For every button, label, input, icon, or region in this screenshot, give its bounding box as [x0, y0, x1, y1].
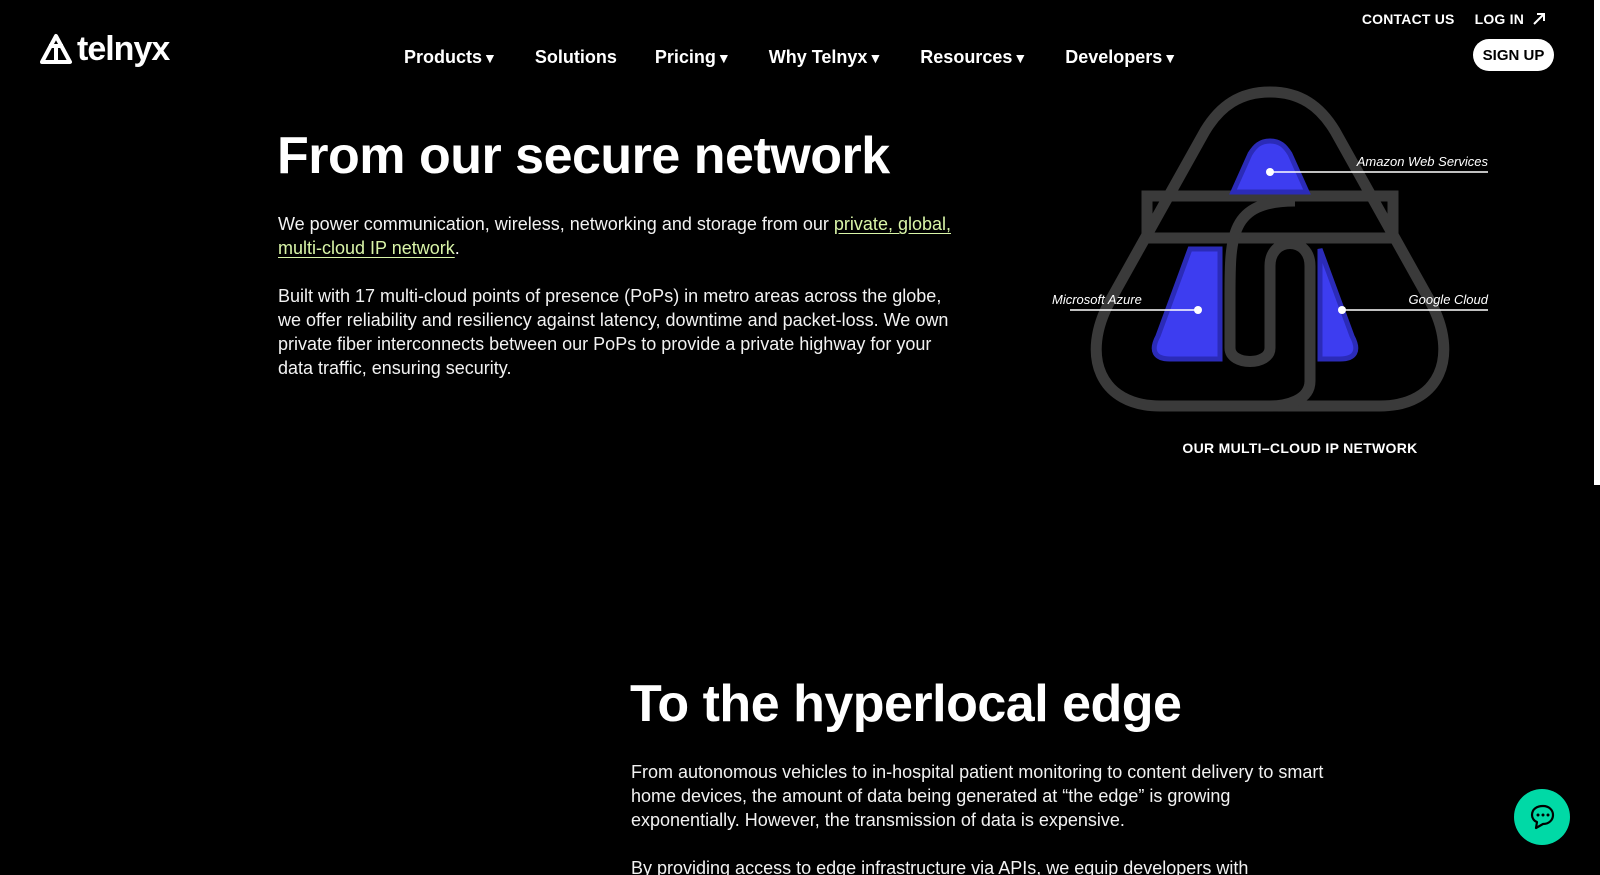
- scrollbar[interactable]: [1594, 0, 1600, 485]
- nav-label: Why Telnyx: [768, 47, 868, 67]
- nav-label: Developers: [1065, 47, 1163, 67]
- diagram-label-aws: Amazon Web Services: [1356, 154, 1488, 169]
- nav-pricing[interactable]: Pricing ▼: [655, 47, 731, 68]
- diagram-label-azure: Microsoft Azure: [1052, 292, 1142, 307]
- section-intro: We power communication, wireless, networ…: [278, 212, 958, 260]
- section-title: To the hyperlocal edge: [630, 675, 1182, 733]
- main-nav: Products ▼ Solutions Pricing ▼ Why Telnyx ▼…: [404, 47, 1215, 68]
- nav-resources[interactable]: Resources ▼: [920, 47, 1027, 68]
- intro-suffix: .: [454, 238, 460, 258]
- chat-button[interactable]: [1514, 789, 1570, 845]
- diagram-label-gcp: Google Cloud: [1408, 292, 1489, 307]
- nav-label: Pricing: [654, 47, 716, 67]
- telnyx-logo[interactable]: telnyx: [39, 30, 170, 68]
- nav-why-telnyx[interactable]: Why Telnyx ▼: [769, 47, 883, 68]
- chevron-down-icon: ▼: [1163, 49, 1178, 66]
- chevron-down-icon: ▼: [868, 49, 883, 66]
- chat-icon: [1530, 804, 1555, 830]
- nav-products[interactable]: Products ▼: [404, 47, 497, 68]
- chevron-down-icon: ▼: [483, 49, 497, 66]
- nav-label: Products: [404, 47, 483, 67]
- nav-label: Resources: [920, 47, 1013, 67]
- network-diagram-graphic: [1052, 86, 1488, 412]
- telnyx-logo-icon: [40, 34, 72, 64]
- section-body: By providing access to edge infrastructu…: [631, 858, 1249, 875]
- diagram-caption: OUR MULTI–CLOUD IP NETWORK: [1182, 440, 1418, 456]
- section-title: From our secure network: [277, 127, 890, 185]
- nav-developers[interactable]: Developers ▼: [1065, 47, 1177, 68]
- log-in-label: LOG IN: [1474, 11, 1524, 27]
- nav-label: Solutions: [534, 47, 617, 67]
- arrow-up-right-icon: [1533, 13, 1545, 25]
- section-body: Built with 17 multi-cloud points of pres…: [278, 286, 949, 378]
- contact-us-link[interactable]: CONTACT US: [1362, 11, 1455, 27]
- nav-solutions[interactable]: Solutions: [535, 47, 617, 68]
- intro-text: We power communication, wireless, networ…: [278, 214, 834, 234]
- brand-name: telnyx: [77, 30, 170, 68]
- log-in-link[interactable]: LOG IN: [1475, 11, 1546, 27]
- network-diagram: Amazon Web Services Microsoft Azure Goog…: [1052, 86, 1530, 466]
- sign-up-button[interactable]: SIGN UP: [1473, 39, 1554, 71]
- utility-bar: CONTACT US LOG IN: [1362, 11, 1546, 27]
- chevron-down-icon: ▼: [716, 49, 731, 66]
- section-body: From autonomous vehicles to in-hospital …: [631, 762, 1324, 830]
- chevron-down-icon: ▼: [1013, 49, 1028, 66]
